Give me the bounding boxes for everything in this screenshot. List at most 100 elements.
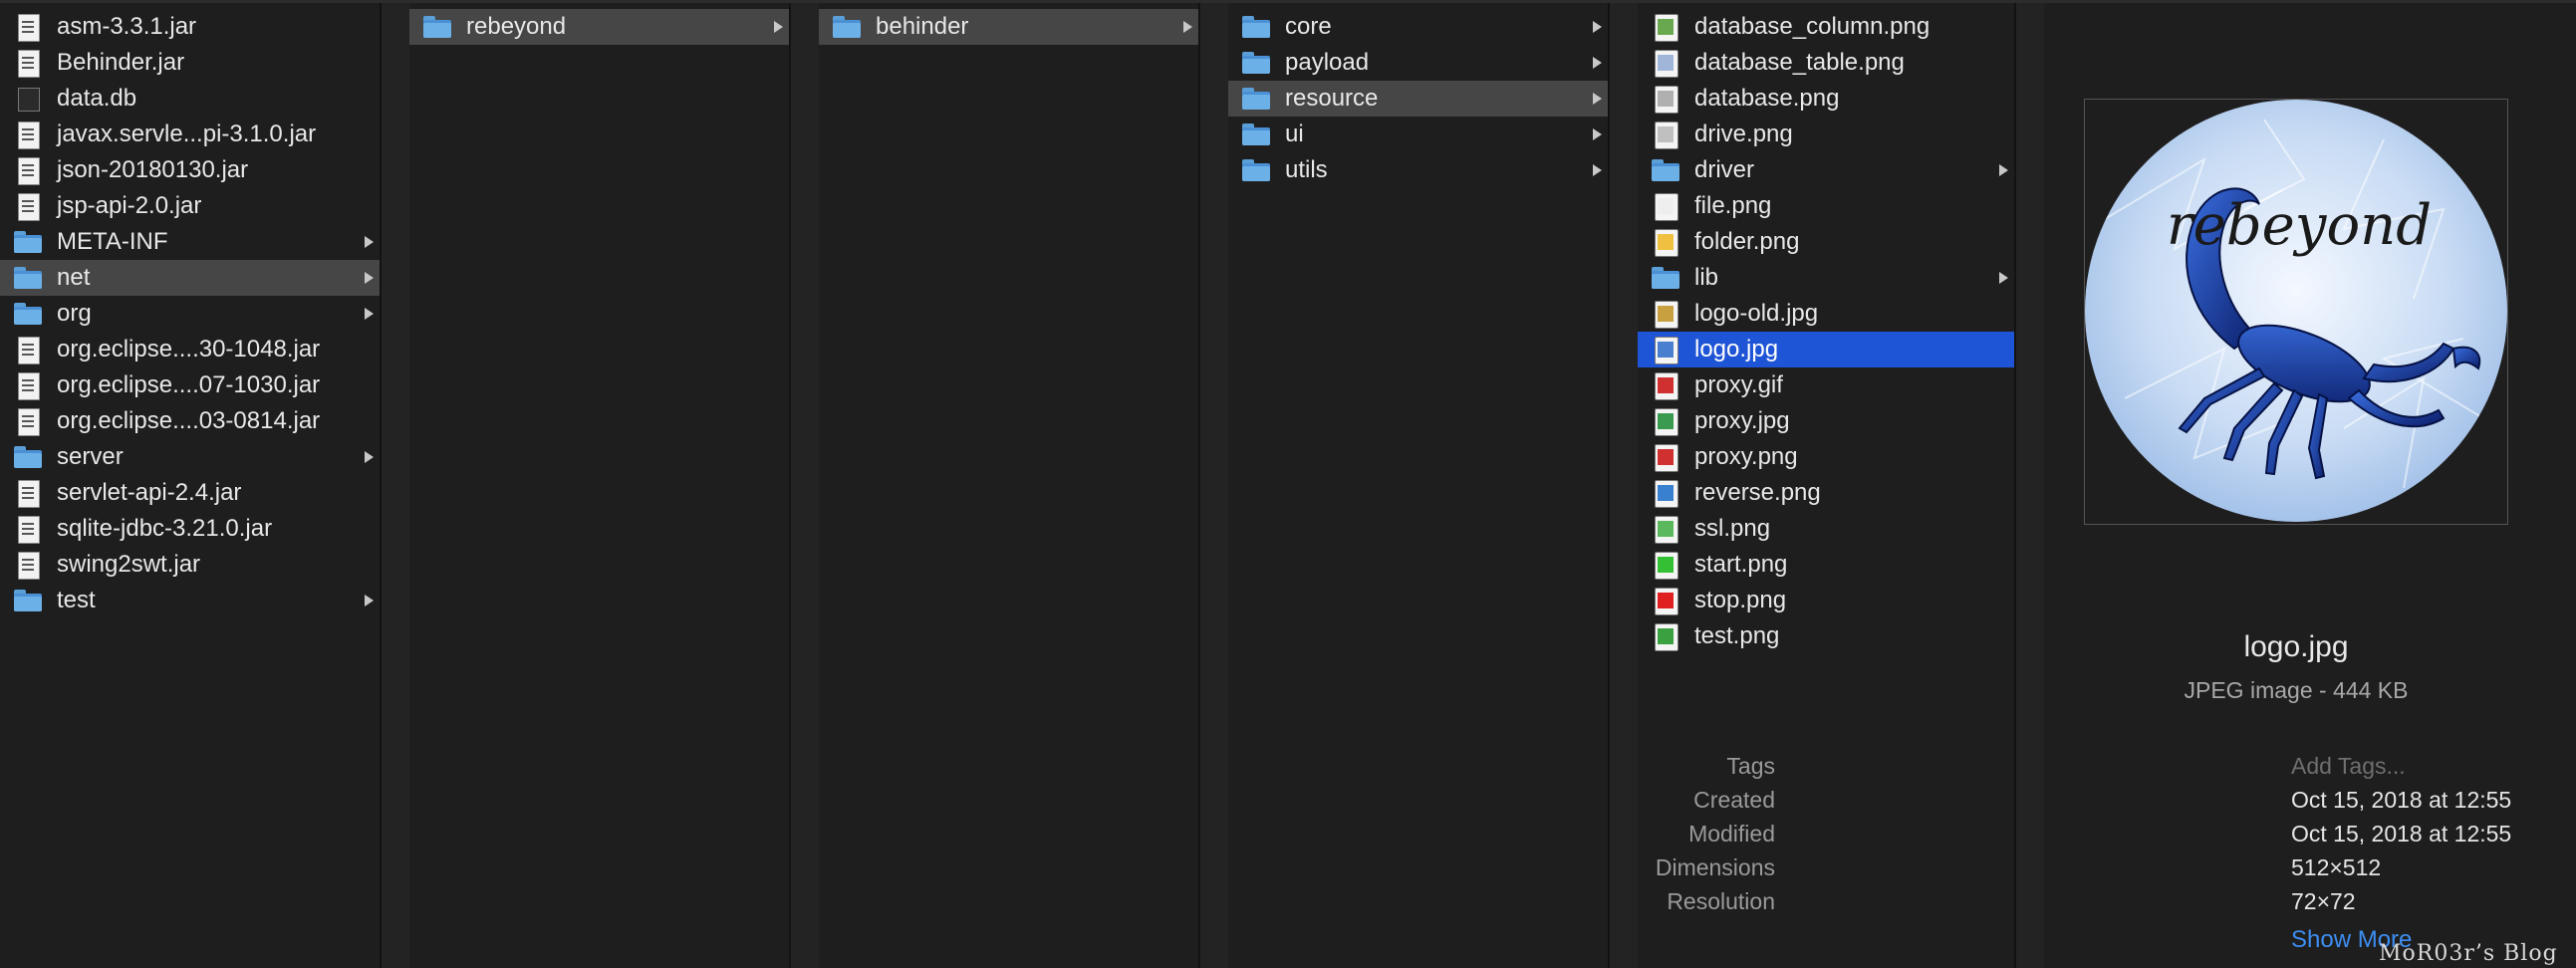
logo-preview-image[interactable]: rebeyond (2085, 100, 2507, 522)
column-4-list: core payload resource ui utils (1228, 9, 1608, 188)
item-label: org.eclipse....03-0814.jar (57, 407, 321, 434)
file-row[interactable]: sqlite-jdbc-3.21.0.jar (0, 511, 380, 547)
file-row[interactable]: json-20180130.jar (0, 152, 380, 188)
finder-column-1[interactable]: asm-3.3.1.jar Behinder.jar data.db javax.se… (0, 3, 381, 968)
file-row[interactable]: data.db (0, 81, 380, 117)
file-row[interactable]: reverse.png (1638, 475, 2014, 511)
finder-column-3[interactable]: behinder (819, 3, 1199, 968)
resolution-value: 72×72 (2291, 888, 2356, 914)
file-row[interactable]: proxy.png (1638, 439, 2014, 475)
file-row[interactable]: folder.png (1638, 224, 2014, 260)
file-row[interactable]: database_column.png (1638, 9, 2014, 45)
folder-row[interactable]: core (1228, 9, 1608, 45)
file-row[interactable]: file.png (1638, 188, 2014, 224)
file-row[interactable]: start.png (1638, 547, 2014, 583)
folder-row[interactable]: test (0, 583, 380, 618)
file-row[interactable]: asm-3.3.1.jar (0, 9, 380, 45)
folder-icon (833, 14, 861, 40)
preview-file-name: logo.jpg (2243, 630, 2349, 663)
folder-row[interactable]: payload (1228, 45, 1608, 81)
disclosure-arrow-icon (365, 236, 374, 248)
jar-file-icon (14, 408, 42, 436)
image-file-icon (1652, 516, 1679, 544)
file-row[interactable]: Behinder.jar (0, 45, 380, 81)
jar-file-icon (14, 14, 42, 42)
item-label: resource (1285, 85, 1379, 112)
folder-icon (14, 301, 42, 327)
folder-icon (14, 588, 42, 613)
item-label: logo.jpg (1694, 336, 1779, 363)
file-row[interactable]: logo-old.jpg (1638, 296, 2014, 332)
item-label: org.eclipse....07-1030.jar (57, 371, 321, 398)
file-row[interactable]: servlet-api-2.4.jar (0, 475, 380, 511)
folder-row[interactable]: behinder (819, 9, 1198, 45)
image-file-icon (1652, 301, 1679, 329)
folder-row[interactable]: net (0, 260, 380, 296)
jar-file-icon (14, 337, 42, 364)
item-label: logo-old.jpg (1694, 300, 1819, 327)
folder-row[interactable]: META-INF (0, 224, 380, 260)
item-label: reverse.png (1694, 479, 1821, 506)
column-resize-handle-2[interactable] (790, 3, 820, 968)
folder-row[interactable]: utils (1228, 152, 1608, 188)
disclosure-arrow-icon (1593, 21, 1602, 33)
column-resize-handle-3[interactable] (1199, 3, 1229, 968)
column-resize-handle-5[interactable] (2015, 3, 2045, 968)
jar-file-icon (14, 372, 42, 400)
file-row[interactable]: test.png (1638, 618, 2014, 654)
add-tags-field[interactable]: Add Tags... (2291, 753, 2406, 780)
file-row[interactable]: jsp-api-2.0.jar (0, 188, 380, 224)
file-row[interactable]: swing2swt.jar (0, 547, 380, 583)
image-file-icon (1652, 552, 1679, 580)
finder-column-4[interactable]: core payload resource ui utils (1228, 3, 1609, 968)
jar-file-icon (14, 157, 42, 185)
folder-row[interactable]: org (0, 296, 380, 332)
item-label: javax.servle...pi-3.1.0.jar (57, 121, 317, 147)
file-row[interactable]: javax.servle...pi-3.1.0.jar (0, 117, 380, 152)
image-file-icon (1652, 444, 1679, 472)
image-file-icon (1652, 588, 1679, 615)
folder-row[interactable]: rebeyond (409, 9, 789, 45)
file-row[interactable]: database_table.png (1638, 45, 2014, 81)
folder-row[interactable]: server (0, 439, 380, 475)
item-label: payload (1285, 49, 1370, 76)
dimensions-label: Dimensions (1655, 854, 1775, 880)
jar-file-icon (14, 193, 42, 221)
file-row[interactable]: logo.jpg (1638, 332, 2014, 367)
created-value: Oct 15, 2018 at 12:55 (2291, 787, 2512, 813)
item-label: file.png (1694, 192, 1772, 219)
file-row[interactable]: org.eclipse....07-1030.jar (0, 367, 380, 403)
disclosure-arrow-icon (1593, 93, 1602, 105)
file-row[interactable]: ssl.png (1638, 511, 2014, 547)
item-label: core (1285, 13, 1332, 40)
item-label: driver (1694, 156, 1755, 183)
disclosure-arrow-icon (1999, 164, 2008, 176)
item-label: folder.png (1694, 228, 1800, 255)
finder-column-2[interactable]: rebeyond (409, 3, 790, 968)
dimensions-value: 512×512 (2291, 854, 2382, 880)
image-file-icon (1652, 121, 1679, 149)
file-row[interactable]: drive.png (1638, 117, 2014, 152)
column-resize-handle-1[interactable] (381, 3, 410, 968)
folder-row[interactable]: ui (1228, 117, 1608, 152)
item-label: jsp-api-2.0.jar (57, 192, 202, 219)
item-label: ui (1285, 121, 1304, 147)
column-5-list: database_column.png database_table.png dat… (1638, 9, 2014, 654)
file-row[interactable]: database.png (1638, 81, 2014, 117)
folder-icon (423, 14, 451, 40)
image-file-icon (1652, 50, 1679, 78)
database-file-icon (14, 86, 42, 112)
file-row[interactable]: proxy.gif (1638, 367, 2014, 403)
folder-row[interactable]: driver (1638, 152, 2014, 188)
folder-icon (1242, 121, 1270, 147)
file-row[interactable]: proxy.jpg (1638, 403, 2014, 439)
file-row[interactable]: org.eclipse....30-1048.jar (0, 332, 380, 367)
file-row[interactable]: org.eclipse....03-0814.jar (0, 403, 380, 439)
file-row[interactable]: stop.png (1638, 583, 2014, 618)
item-label: utils (1285, 156, 1328, 183)
folder-row[interactable]: lib (1638, 260, 2014, 296)
column-1-list: asm-3.3.1.jar Behinder.jar data.db javax.se… (0, 9, 380, 618)
item-label: drive.png (1694, 121, 1793, 147)
folder-row[interactable]: resource (1228, 81, 1608, 117)
disclosure-arrow-icon (1593, 164, 1602, 176)
